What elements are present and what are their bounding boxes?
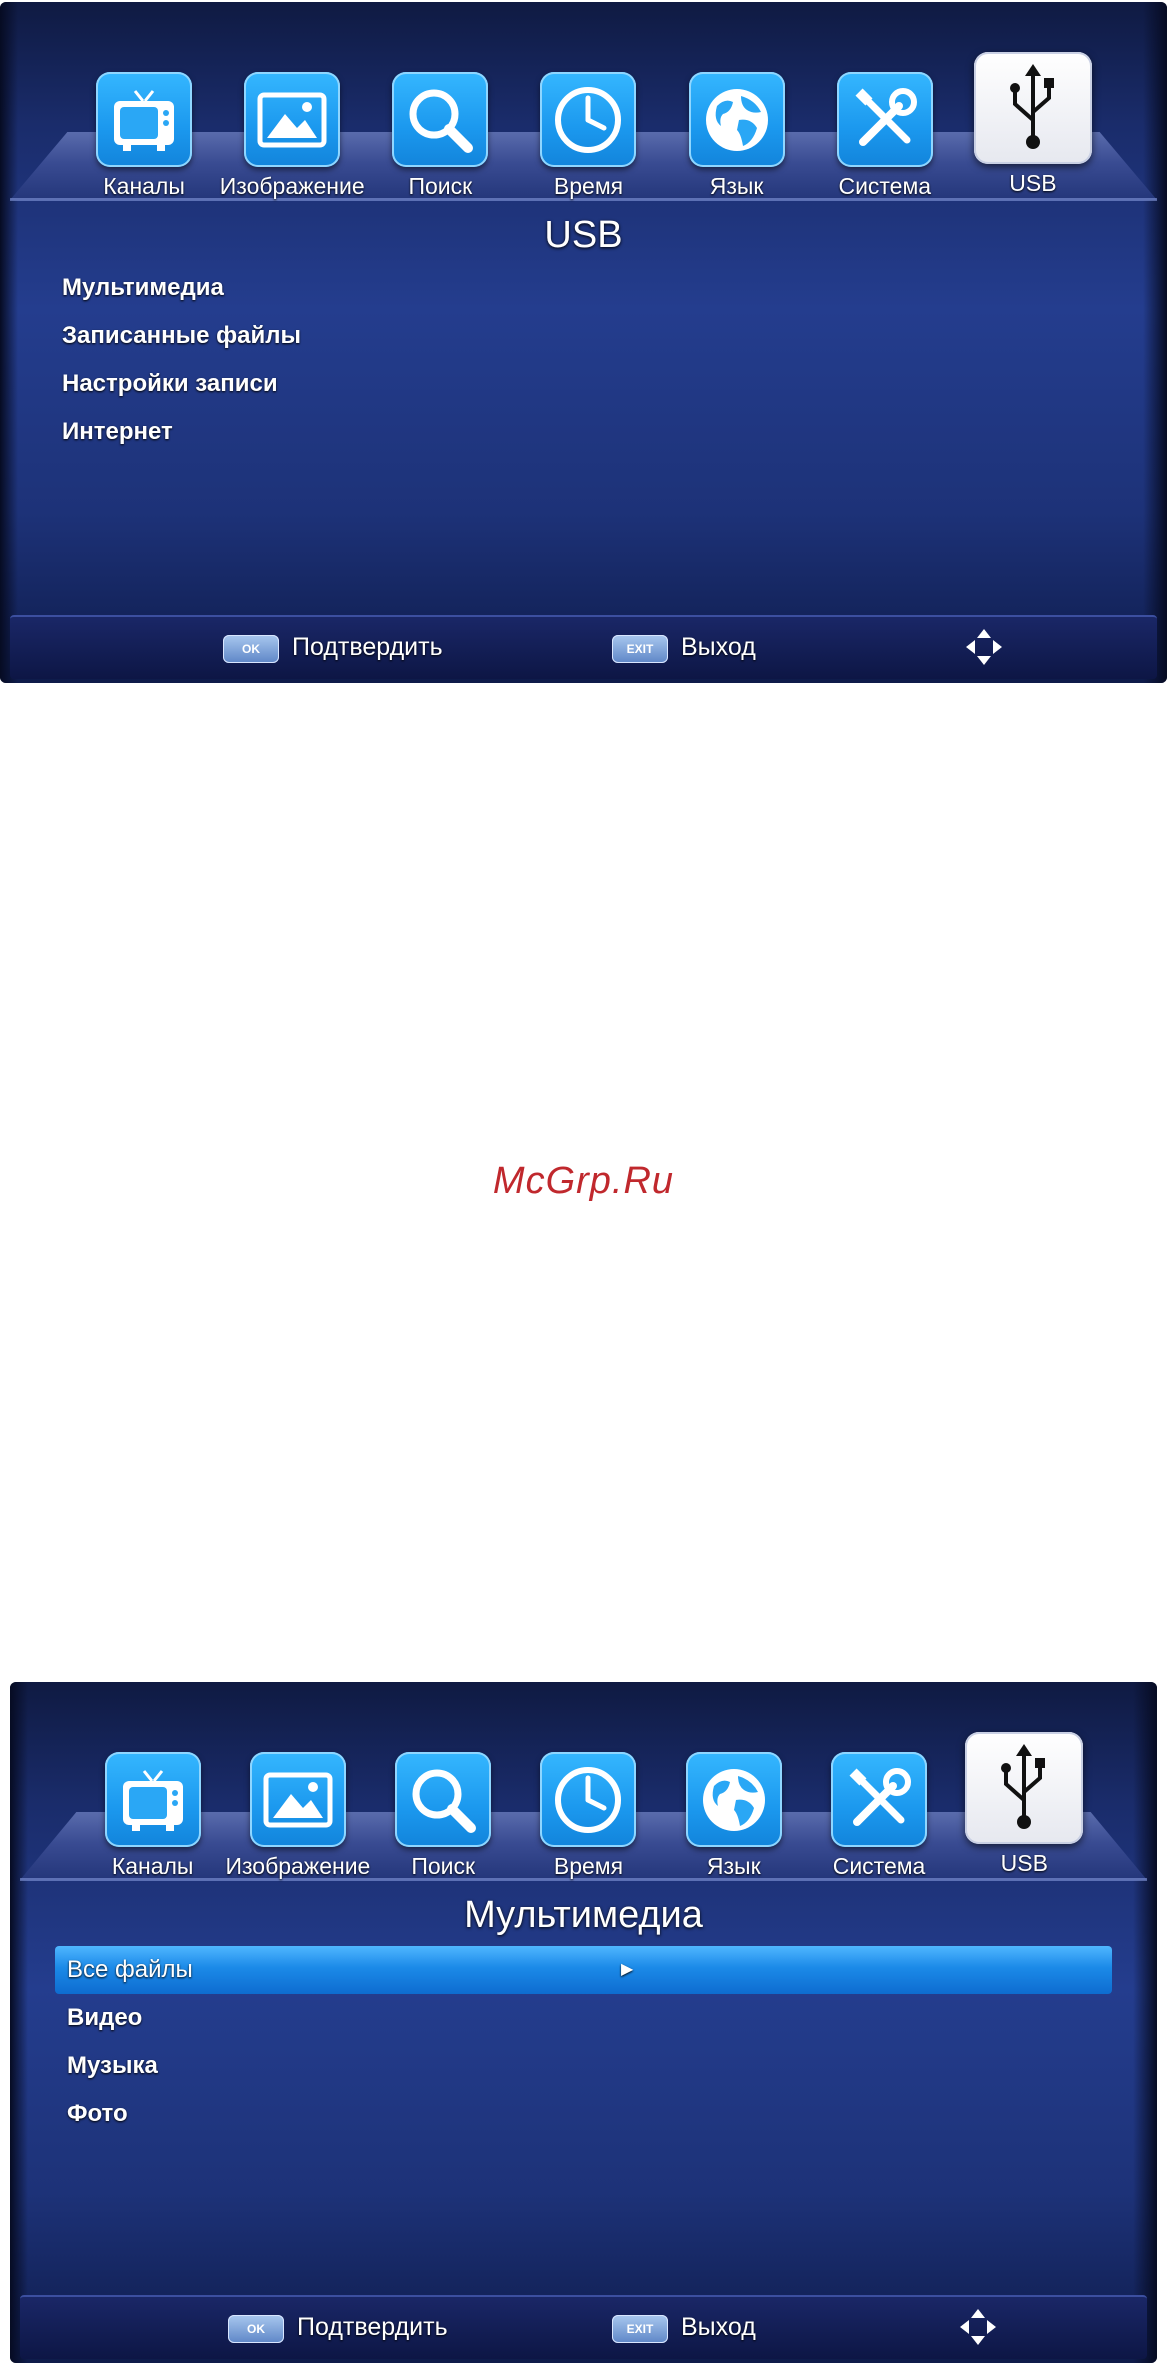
ok-key-icon[interactable]: OK — [223, 635, 279, 663]
menu-item-recorded-files[interactable]: Записанные файлы — [50, 312, 1117, 360]
ok-label: Подтвердить — [297, 2313, 448, 2341]
main-tabs: Каналы Изображение Поиск Время Язык Сист… — [80, 1730, 1097, 1880]
globe-icon — [685, 1752, 782, 1847]
navigation-arrows-icon — [958, 2307, 998, 2347]
tab-search[interactable]: Поиск — [371, 1730, 516, 1880]
tab-channels[interactable]: Каналы — [80, 1730, 225, 1880]
tv-icon — [104, 1752, 201, 1847]
exit-label: Выход — [681, 2313, 756, 2341]
menu-item-all-files[interactable]: Все файлы ▶ — [55, 1946, 1112, 1994]
tab-usb[interactable]: USB — [952, 1730, 1097, 1880]
picture-icon — [244, 72, 341, 167]
tab-label: Каналы — [111, 1853, 194, 1879]
tab-label: Язык — [706, 1853, 761, 1879]
play-arrow-icon: ▶ — [621, 1961, 634, 1978]
tools-icon — [831, 1752, 928, 1847]
page-title: Мультимедиа — [464, 1894, 703, 1936]
tab-time[interactable]: Время — [514, 50, 662, 200]
usb-menu-screen: Каналы Изображение Поиск Время Язык Сист… — [0, 2, 1167, 683]
tab-label: Время — [553, 173, 624, 199]
usb-icon — [965, 1732, 1084, 1844]
footer-bar: OK Подтвердить EXIT Выход — [10, 615, 1157, 679]
tab-system[interactable]: Система — [811, 50, 959, 200]
menu-item-label: Все файлы — [67, 1956, 193, 1983]
menu-list: Все файлы ▶ Видео Музыка Фото — [55, 1946, 1112, 2138]
menu-item-video[interactable]: Видео — [55, 1994, 1112, 2042]
tab-label: Изображение — [219, 173, 365, 199]
exit-key-icon[interactable]: EXIT — [612, 635, 668, 663]
tab-channels[interactable]: Каналы — [70, 50, 218, 200]
vignette-right — [1133, 1682, 1157, 2363]
tab-system[interactable]: Система — [806, 1730, 951, 1880]
tab-language[interactable]: Язык — [663, 50, 811, 200]
clock-icon — [540, 1752, 637, 1847]
picture-icon — [249, 1752, 346, 1847]
menu-list: Мультимедиа Записанные файлы Настройки з… — [50, 264, 1117, 456]
menu-item-record-settings[interactable]: Настройки записи — [50, 360, 1117, 408]
footer-bar: OK Подтвердить EXIT Выход — [20, 2295, 1147, 2359]
tab-picture[interactable]: Изображение — [225, 1730, 370, 1880]
navigation-arrows-icon — [964, 627, 1004, 667]
tab-label: USB — [1009, 170, 1057, 196]
globe-icon — [688, 72, 785, 167]
tab-label: Время — [553, 1853, 624, 1879]
multimedia-menu-screen: Каналы Изображение Поиск Время Язык Сист… — [10, 1682, 1157, 2363]
main-tabs: Каналы Изображение Поиск Время Язык Сист… — [70, 50, 1107, 200]
tab-label: Поиск — [408, 173, 473, 199]
tab-time[interactable]: Время — [516, 1730, 661, 1880]
page-title: USB — [544, 214, 623, 256]
search-icon — [395, 1752, 492, 1847]
tab-language[interactable]: Язык — [661, 1730, 806, 1880]
tab-label: Язык — [709, 173, 764, 199]
menu-item-multimedia[interactable]: Мультимедиа — [50, 264, 1117, 312]
menu-item-internet[interactable]: Интернет — [50, 408, 1117, 456]
tab-label: Система — [832, 1853, 926, 1879]
tab-picture[interactable]: Изображение — [218, 50, 366, 200]
tab-label: Система — [838, 173, 932, 199]
usb-icon — [973, 52, 1092, 164]
menu-item-photo[interactable]: Фото — [55, 2090, 1112, 2138]
vignette-left — [10, 1682, 28, 2363]
ok-label: Подтвердить — [292, 633, 443, 661]
clock-icon — [540, 72, 637, 167]
tab-usb[interactable]: USB — [959, 50, 1107, 200]
ok-key-icon[interactable]: OK — [228, 2315, 284, 2343]
exit-key-icon[interactable]: EXIT — [612, 2315, 668, 2343]
tools-icon — [836, 72, 933, 167]
watermark: McGrp.Ru — [492, 1160, 675, 1202]
exit-label: Выход — [681, 633, 756, 661]
menu-item-music[interactable]: Музыка — [55, 2042, 1112, 2090]
tab-label: Изображение — [225, 1853, 371, 1879]
tv-icon — [96, 72, 193, 167]
vignette-left — [0, 2, 18, 683]
search-icon — [392, 72, 489, 167]
tab-label: Поиск — [411, 1853, 476, 1879]
tab-label: Каналы — [103, 173, 185, 199]
vignette-right — [1143, 2, 1167, 683]
tab-label: USB — [1000, 1850, 1048, 1876]
tab-search[interactable]: Поиск — [366, 50, 514, 200]
